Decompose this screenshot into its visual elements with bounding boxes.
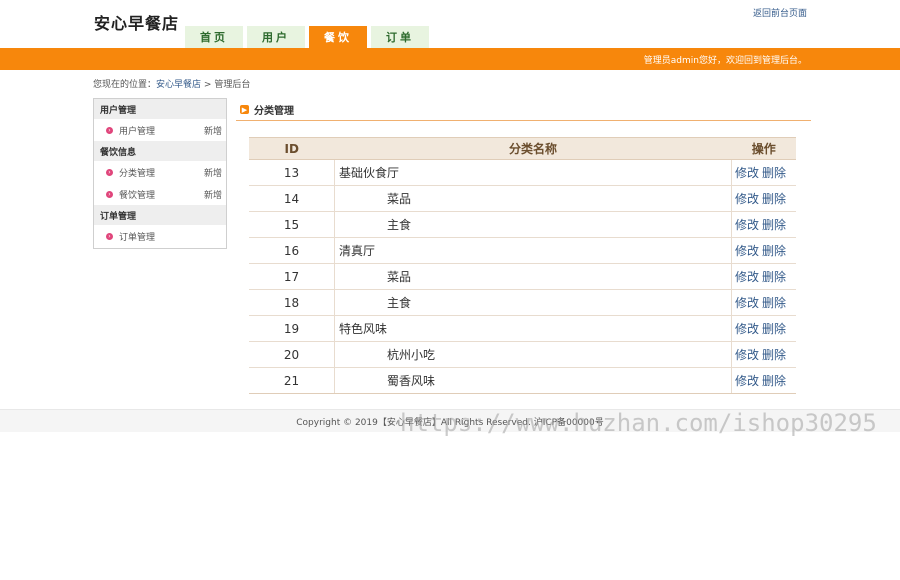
cell-actions: 修改 删除 (731, 289, 796, 316)
column-header-name: 分类名称 (334, 137, 732, 160)
table-row: 19 特色风味 修改 删除 (249, 315, 796, 342)
welcome-message: 管理员admin您好，欢迎回到管理后台。 (643, 56, 807, 66)
table-row: 14 菜品 修改 删除 (249, 185, 796, 212)
column-header-actions: 操作 (731, 137, 796, 160)
header-bar: 管理员admin您好，欢迎回到管理后台。 (0, 48, 900, 70)
table-row: 17 菜品 修改 删除 (249, 263, 796, 290)
delete-link[interactable]: 删除 (762, 348, 786, 362)
cell-id: 21 (249, 367, 335, 394)
cell-category-name: 蜀香风味 (334, 367, 732, 394)
breadcrumb-home-link[interactable]: 安心早餐店 (156, 80, 201, 90)
table-row: 20 杭州小吃 修改 删除 (249, 341, 796, 368)
sidebar: 用户管理 › 用户管理 新增 餐饮信息 › 分类管理 新增 › 餐饮管理 新增 … (93, 98, 227, 249)
cell-category-name: 主食 (334, 289, 732, 316)
column-header-id: ID (249, 137, 335, 160)
cell-actions: 修改 删除 (731, 237, 796, 264)
sidebar-link-category-management[interactable]: 分类管理 (119, 166, 204, 179)
sidebar-item-category-management: › 分类管理 新增 (94, 161, 226, 183)
delete-link[interactable]: 删除 (762, 166, 786, 180)
sidebar-group-title: 订单管理 (94, 205, 226, 225)
table-header-row: ID 分类名称 操作 (249, 137, 796, 160)
sidebar-link-dining-management[interactable]: 餐饮管理 (119, 188, 204, 201)
section-title-text: 分类管理 (254, 106, 294, 117)
delete-link[interactable]: 删除 (762, 244, 786, 258)
cell-actions: 修改 删除 (731, 367, 796, 394)
sidebar-item-order-management: › 订单管理 (94, 225, 226, 247)
section-title: ▶ 分类管理 (240, 102, 294, 117)
category-table: ID 分类名称 操作 13 基础伙食厅 修改 删除 14 菜品 修改 删除 15 主食 修改 删除 16… (249, 137, 796, 394)
cell-actions: 修改 删除 (731, 185, 796, 212)
cell-category-name: 菜品 (334, 263, 732, 290)
delete-link[interactable]: 删除 (762, 270, 786, 284)
delete-link[interactable]: 删除 (762, 192, 786, 206)
edit-link[interactable]: 修改 (735, 192, 759, 206)
sidebar-add-user-link[interactable]: 新增 (204, 124, 222, 137)
sidebar-item-dining-management: › 餐饮管理 新增 (94, 183, 226, 205)
delete-link[interactable]: 删除 (762, 218, 786, 232)
nav-tab-dining[interactable]: 餐饮 (309, 26, 367, 48)
table-row: 15 主食 修改 删除 (249, 211, 796, 238)
delete-link[interactable]: 删除 (762, 322, 786, 336)
watermark: https://www.huzhan.com/ishop30295 (400, 409, 877, 437)
cell-actions: 修改 删除 (731, 315, 796, 342)
nav-tab-users[interactable]: 用户 (247, 26, 305, 48)
cell-id: 15 (249, 211, 335, 238)
edit-link[interactable]: 修改 (735, 348, 759, 362)
cell-actions: 修改 删除 (731, 159, 796, 186)
cell-id: 19 (249, 315, 335, 342)
arrow-right-icon: ▶ (240, 105, 249, 114)
sidebar-item-user-management: › 用户管理 新增 (94, 119, 226, 141)
main-nav: 首页 用户 餐饮 订单 (185, 26, 429, 48)
bullet-icon: › (106, 126, 113, 134)
nav-tab-orders[interactable]: 订单 (371, 26, 429, 48)
cell-actions: 修改 删除 (731, 263, 796, 290)
cell-category-name: 基础伙食厅 (334, 159, 732, 186)
table-row: 21 蜀香风味 修改 删除 (249, 367, 796, 394)
table-row: 16 清真厅 修改 删除 (249, 237, 796, 264)
edit-link[interactable]: 修改 (735, 374, 759, 388)
section-divider (236, 120, 811, 121)
cell-actions: 修改 删除 (731, 341, 796, 368)
cell-id: 20 (249, 341, 335, 368)
sidebar-add-category-link[interactable]: 新增 (204, 166, 222, 179)
cell-category-name: 特色风味 (334, 315, 732, 342)
edit-link[interactable]: 修改 (735, 218, 759, 232)
cell-category-name: 杭州小吃 (334, 341, 732, 368)
cell-id: 18 (249, 289, 335, 316)
breadcrumb-prefix: 您现在的位置： (93, 80, 157, 90)
edit-link[interactable]: 修改 (735, 166, 759, 180)
delete-link[interactable]: 删除 (762, 296, 786, 310)
edit-link[interactable]: 修改 (735, 296, 759, 310)
sidebar-link-order-management[interactable]: 订单管理 (119, 230, 222, 243)
cell-category-name: 主食 (334, 211, 732, 238)
cell-category-name: 清真厅 (334, 237, 732, 264)
nav-tab-home[interactable]: 首页 (185, 26, 243, 48)
edit-link[interactable]: 修改 (735, 244, 759, 258)
site-title: 安心早餐店 (94, 14, 180, 33)
edit-link[interactable]: 修改 (735, 322, 759, 336)
delete-link[interactable]: 删除 (762, 374, 786, 388)
cell-id: 17 (249, 263, 335, 290)
cell-category-name: 菜品 (334, 185, 732, 212)
bullet-icon: › (106, 168, 113, 176)
sidebar-add-dining-link[interactable]: 新增 (204, 188, 222, 201)
table-row: 13 基础伙食厅 修改 删除 (249, 159, 796, 186)
cell-id: 13 (249, 159, 335, 186)
breadcrumb-current: 管理后台 (214, 80, 251, 90)
sidebar-link-user-management[interactable]: 用户管理 (119, 124, 204, 137)
table-row: 18 主食 修改 删除 (249, 289, 796, 316)
cell-actions: 修改 删除 (731, 211, 796, 238)
bullet-icon: › (106, 190, 113, 198)
edit-link[interactable]: 修改 (735, 270, 759, 284)
cell-id: 16 (249, 237, 335, 264)
breadcrumb-separator: > (203, 80, 212, 90)
sidebar-group-title: 餐饮信息 (94, 141, 226, 161)
sidebar-group-title: 用户管理 (94, 99, 226, 119)
breadcrumb: 您现在的位置：安心早餐店 > 管理后台 (93, 77, 250, 90)
bullet-icon: › (106, 232, 113, 240)
cell-id: 14 (249, 185, 335, 212)
back-to-frontend-link[interactable]: 返回前台页面 (753, 6, 807, 19)
